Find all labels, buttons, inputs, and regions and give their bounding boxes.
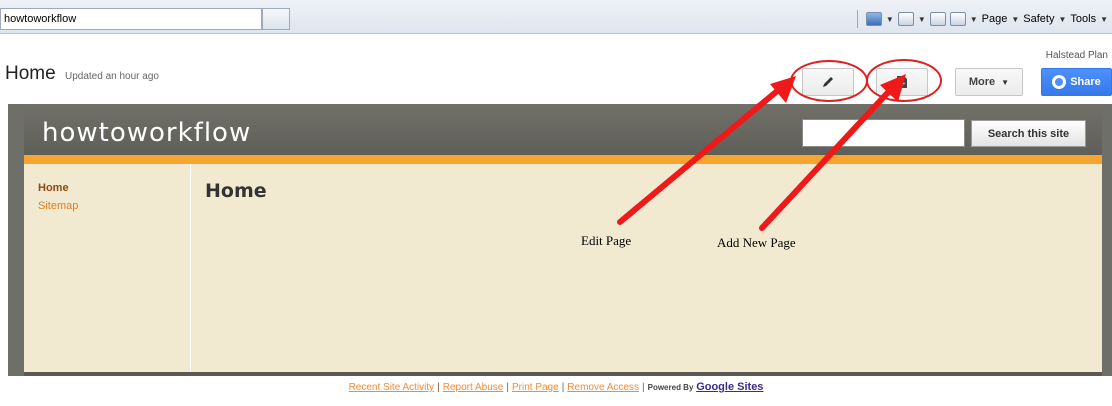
google-sites-link[interactable]: Google Sites <box>696 381 763 393</box>
footer-link-remove[interactable]: Remove Access <box>567 382 639 393</box>
powered-by-label: Powered By <box>647 383 694 392</box>
edit-arrowhead <box>770 76 796 103</box>
divider: | <box>561 382 565 393</box>
footer-link-activity[interactable]: Recent Site Activity <box>349 382 435 393</box>
add-arrow <box>759 84 896 231</box>
add-page-annotation: Add New Page <box>717 235 796 250</box>
annotation-arrows <box>617 74 906 231</box>
footer: Recent Site Activity | Report Abuse | Print … <box>0 381 1112 393</box>
footer-link-report[interactable]: Report Abuse <box>443 382 504 393</box>
divider: | <box>506 382 509 393</box>
footer-link-print[interactable]: Print Page <box>512 382 559 393</box>
divider: | <box>437 382 440 393</box>
divider: | <box>642 382 645 393</box>
edit-arrow <box>617 84 785 225</box>
edit-page-annotation: Edit Page <box>581 233 632 248</box>
